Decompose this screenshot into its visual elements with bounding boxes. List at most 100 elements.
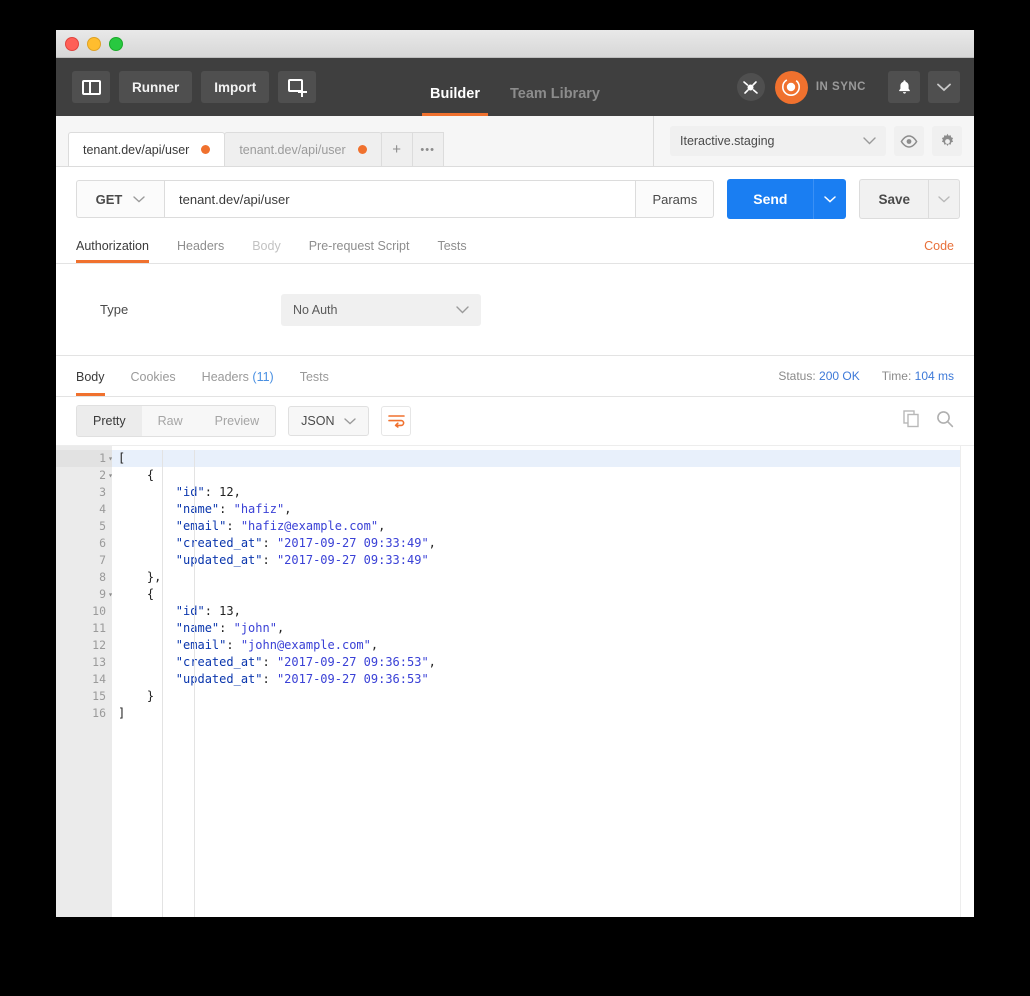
params-label: Params: [652, 191, 698, 207]
sync-icon[interactable]: [774, 70, 808, 104]
app-toolbar: Runner Import Builder Team Library IN SY…: [56, 58, 974, 116]
satellite-icon[interactable]: [736, 73, 765, 101]
tab-headers[interactable]: Headers: [177, 229, 224, 263]
response-format-select[interactable]: JSON: [288, 406, 370, 436]
request-tab-2-label: tenant.dev/api/user: [239, 142, 346, 157]
line-number: 6: [99, 536, 106, 550]
eye-icon: [900, 134, 918, 148]
environment-quick-look-button[interactable]: [894, 126, 924, 156]
unsaved-dot-icon: [201, 145, 211, 154]
notifications-button[interactable]: [888, 71, 920, 103]
bell-icon: [898, 80, 910, 94]
params-button[interactable]: Params: [636, 180, 715, 218]
response-meta: Status: 200 OK Time: 104 ms: [778, 369, 954, 383]
tabstrip-more-button[interactable]: •••: [411, 132, 444, 166]
code-line: "email": "john@example.com",: [175, 638, 379, 652]
import-label: Import: [214, 79, 257, 95]
save-options-button[interactable]: [928, 179, 960, 219]
tab-tests[interactable]: Tests: [437, 229, 466, 263]
environment-settings-button[interactable]: [932, 126, 962, 156]
auth-type-label: Type: [100, 302, 129, 317]
request-url-input[interactable]: tenant.dev/api/user: [164, 180, 637, 218]
response-tab-headers-label: Headers: [201, 370, 249, 384]
view-mode-preview-label: Preview: [214, 414, 260, 428]
tab-pre-request-script[interactable]: Pre-request Script: [309, 229, 410, 263]
tab-body[interactable]: Body: [252, 229, 281, 263]
send-button[interactable]: Send: [727, 179, 814, 219]
line-number: 11: [92, 621, 106, 635]
window-controls: [65, 36, 123, 51]
send-options-button[interactable]: [813, 179, 847, 219]
tab-authorization[interactable]: Authorization: [76, 229, 149, 263]
toolbar-right-group: IN SYNC: [736, 70, 960, 104]
response-tab-tests[interactable]: Tests: [300, 356, 329, 396]
line-number: 4: [99, 502, 106, 516]
runner-label: Runner: [132, 79, 180, 95]
environment-select[interactable]: Iteractive.staging: [670, 126, 886, 156]
window-titlebar: [56, 30, 974, 58]
request-tab-2[interactable]: tenant.dev/api/user: [224, 132, 382, 166]
search-button[interactable]: [936, 410, 954, 433]
word-wrap-button[interactable]: [381, 406, 412, 436]
view-mode-pretty[interactable]: Pretty: [77, 406, 142, 436]
view-mode-preview[interactable]: Preview: [199, 406, 275, 436]
postman-window: Runner Import Builder Team Library IN SY…: [56, 30, 974, 917]
line-number: 1 ▾: [56, 450, 113, 467]
tab-team-library[interactable]: Team Library: [510, 86, 600, 116]
authorization-panel: Type No Auth: [56, 264, 974, 356]
tab-body-label: Body: [252, 239, 281, 253]
toolbar-menu-button[interactable]: [928, 71, 960, 103]
response-section-tabs: Body Cookies Headers (11) Tests Status: …: [56, 356, 974, 397]
response-tab-body[interactable]: Body: [76, 356, 105, 396]
response-body-toolbar: Pretty Raw Preview JSON: [56, 397, 974, 445]
code-line: "name": "hafiz",: [175, 502, 292, 516]
chevron-down-icon: [344, 417, 357, 425]
line-number: 14: [92, 672, 106, 686]
status-value: 200 OK: [819, 369, 860, 383]
vertical-scrollbar[interactable]: [960, 446, 974, 917]
save-button[interactable]: Save: [859, 179, 928, 219]
http-method-select[interactable]: GET: [76, 180, 164, 218]
response-status: Status: 200 OK: [778, 369, 859, 383]
chevron-down-icon: [863, 137, 876, 145]
request-section-tabs: Authorization Headers Body Pre-request S…: [56, 229, 974, 264]
line-number: 15: [92, 689, 106, 703]
sync-status-label: IN SYNC: [815, 81, 866, 93]
code-link[interactable]: Code: [924, 239, 954, 253]
request-url-row: GET tenant.dev/api/user Params Send Save: [56, 167, 974, 229]
code-line: "updated_at": "2017-09-27 09:36:53": [175, 672, 429, 686]
code-line: "created_at": "2017-09-27 09:33:49",: [175, 536, 436, 550]
request-tab-1-label: tenant.dev/api/user: [83, 142, 190, 157]
auth-type-select[interactable]: No Auth: [281, 293, 481, 326]
new-window-button[interactable]: [278, 71, 317, 103]
response-headers-count: (11): [252, 370, 274, 384]
request-tab-1[interactable]: tenant.dev/api/user: [68, 132, 226, 166]
maximize-window-button[interactable]: [109, 36, 123, 51]
code-line: "id": 12,: [175, 485, 241, 499]
auth-type-value: No Auth: [293, 302, 338, 317]
close-window-button[interactable]: [65, 36, 79, 51]
response-tab-headers[interactable]: Headers (11): [202, 356, 274, 396]
minimize-window-button[interactable]: [87, 36, 101, 51]
new-window-icon: [287, 79, 307, 97]
send-button-group: Send: [727, 179, 847, 219]
copy-button[interactable]: [903, 409, 920, 433]
code-line: "id": 13,: [175, 604, 241, 618]
main-tab-group: Builder Team Library: [422, 58, 600, 116]
import-button[interactable]: Import: [201, 71, 270, 103]
chevron-down-icon: [456, 305, 469, 313]
response-tab-cookies[interactable]: Cookies: [131, 356, 176, 396]
tab-builder[interactable]: Builder: [422, 86, 488, 116]
new-request-tab-button[interactable]: +: [380, 132, 413, 166]
code-line: ]: [118, 706, 126, 720]
response-json-code[interactable]: [ { "id": 12, "name": "hafiz", "email": …: [112, 446, 960, 917]
tab-tests-label: Tests: [437, 239, 467, 253]
status-label: Status:: [778, 369, 816, 383]
sidebar-toggle-button[interactable]: [72, 71, 110, 103]
line-number: 9 ▾: [99, 587, 113, 601]
request-tabstrip-row: tenant.dev/api/user tenant.dev/api/user …: [56, 116, 974, 167]
runner-button[interactable]: Runner: [119, 71, 193, 103]
gear-icon: [941, 133, 953, 146]
view-mode-raw[interactable]: Raw: [142, 406, 199, 436]
environment-area: Iteractive.staging: [654, 116, 974, 166]
